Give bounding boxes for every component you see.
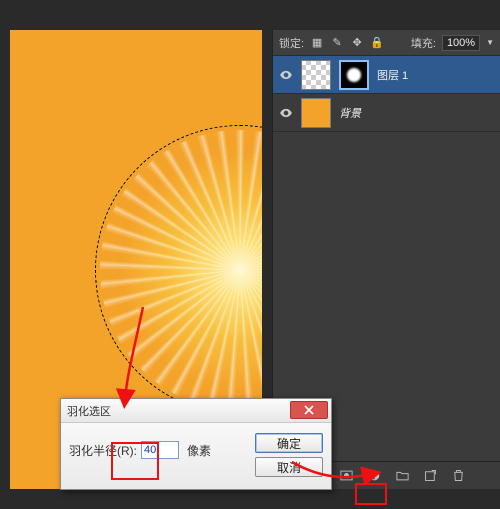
radius-input[interactable] bbox=[141, 441, 179, 459]
lock-all-icon[interactable]: 🔒 bbox=[370, 36, 384, 50]
group-icon[interactable] bbox=[393, 467, 411, 485]
unit-label: 像素 bbox=[187, 442, 211, 459]
feather-dialog: 羽化选区 羽化半径(R): 像素 确定 取消 bbox=[60, 398, 332, 490]
add-mask-icon[interactable] bbox=[337, 467, 355, 485]
ok-button[interactable]: 确定 bbox=[255, 433, 323, 453]
dialog-title: 羽化选区 bbox=[67, 403, 111, 419]
close-icon bbox=[304, 405, 314, 415]
layer-name[interactable]: 背景 bbox=[339, 105, 361, 121]
dialog-input-row: 羽化半径(R): 像素 bbox=[69, 431, 247, 459]
lock-move-icon[interactable]: ✥ bbox=[350, 36, 364, 50]
layer-thumbnail[interactable] bbox=[301, 98, 331, 128]
adjustment-layer-icon[interactable] bbox=[365, 467, 383, 485]
radius-label: 羽化半径(R): bbox=[69, 442, 137, 459]
cancel-button[interactable]: 取消 bbox=[255, 457, 323, 477]
dialog-body: 羽化半径(R): 像素 确定 取消 bbox=[61, 423, 331, 485]
layer-name[interactable]: 图层 1 bbox=[377, 67, 408, 83]
new-layer-icon[interactable] bbox=[421, 467, 439, 485]
sun-rays bbox=[100, 130, 262, 410]
delete-layer-icon[interactable] bbox=[449, 467, 467, 485]
sunburst-artwork bbox=[100, 130, 262, 410]
app-top-bar bbox=[0, 0, 500, 30]
lock-row: 锁定: ▦ ✎ ✥ 🔒 填充: 100% ▼ bbox=[273, 30, 500, 56]
lock-transparent-icon[interactable]: ▦ bbox=[310, 36, 324, 50]
layer-row[interactable]: 背景 bbox=[273, 94, 500, 132]
layer-list: 图层 1 背景 bbox=[273, 56, 500, 132]
visibility-eye-icon[interactable] bbox=[279, 68, 293, 82]
close-button[interactable] bbox=[290, 401, 328, 419]
visibility-eye-icon[interactable] bbox=[279, 106, 293, 120]
lock-label: 锁定: bbox=[279, 35, 304, 51]
dialog-titlebar[interactable]: 羽化选区 bbox=[61, 399, 331, 423]
fill-dropdown-icon[interactable]: ▼ bbox=[486, 38, 494, 47]
fill-label: 填充: bbox=[411, 35, 436, 51]
layer-row[interactable]: 图层 1 bbox=[273, 56, 500, 94]
lock-brush-icon[interactable]: ✎ bbox=[330, 36, 344, 50]
layer-thumbnail[interactable] bbox=[301, 60, 331, 90]
layer-mask-thumbnail[interactable] bbox=[339, 60, 369, 90]
fill-value[interactable]: 100% bbox=[442, 35, 480, 51]
dialog-buttons: 确定 取消 bbox=[255, 431, 323, 477]
